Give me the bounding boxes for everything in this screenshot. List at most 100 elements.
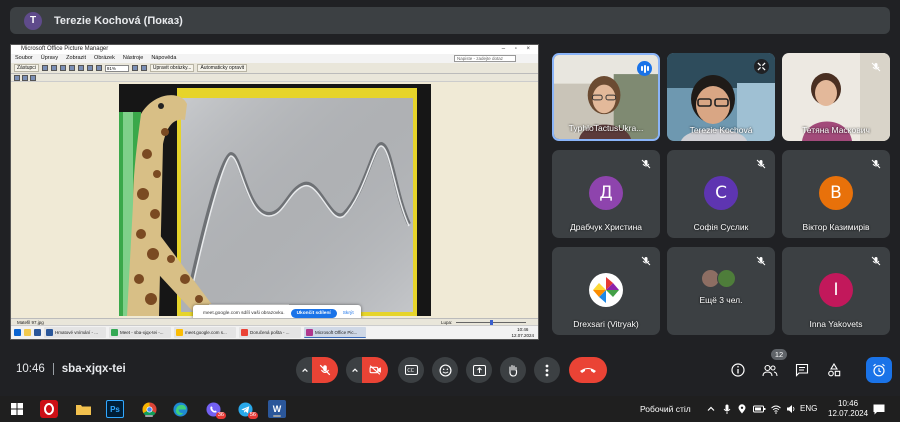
remote-task-item[interactable]: Microsoft Office Pic... — [304, 327, 366, 338]
picture-manager-title: Microsoft Office Picture Manager — [21, 46, 109, 52]
captions-button[interactable]: CC — [398, 357, 424, 383]
pin-icon[interactable] — [754, 59, 769, 74]
menu-item[interactable]: Obrázek — [94, 54, 115, 63]
presenter-banner[interactable]: T Terezie Kochová (Показ) — [10, 7, 890, 34]
picture-manager-toolbar: Zástupci 91% Upravit obrázky... Automati… — [11, 63, 538, 74]
chevron-up-icon[interactable] — [706, 404, 716, 414]
help-search-input[interactable]: Napiste - zadejte dotaz — [454, 55, 516, 62]
menu-item[interactable]: Úpravy — [41, 54, 58, 63]
raise-hand-button[interactable] — [500, 357, 526, 383]
remote-taskbar: Hmatové vnímání - ... Meet - sba-xjqx-te… — [11, 325, 538, 339]
windows-start-button[interactable] — [8, 400, 26, 418]
copy-icon[interactable] — [50, 65, 57, 71]
edit-pictures-button[interactable]: Upravit obrázky... — [149, 64, 195, 72]
svg-text:CC: CC — [407, 368, 414, 374]
participant-count-badge: 12 — [771, 349, 787, 360]
save-icon[interactable] — [41, 65, 48, 71]
desktop-toolbar-label[interactable]: Робочий стіл — [640, 404, 691, 414]
participant-tile[interactable]: TyphloTactusUkra... — [552, 53, 660, 141]
mic-toggle-button[interactable] — [312, 357, 338, 383]
view-icon[interactable] — [131, 65, 138, 71]
system-date: 12.07.2024 — [828, 409, 869, 418]
telegram-app[interactable]: 56 — [236, 400, 258, 419]
remote-task-item[interactable]: Doručená pošta - ... — [239, 327, 301, 338]
speaking-indicator-icon — [637, 61, 652, 76]
viber-app[interactable]: 36 — [204, 400, 226, 419]
rotate-left-icon[interactable] — [77, 65, 84, 71]
thumbnail-icon[interactable] — [14, 74, 20, 81]
menu-item[interactable]: Nástroje — [123, 54, 143, 63]
leave-call-button[interactable] — [569, 357, 607, 383]
participant-avatar: Д — [589, 176, 623, 210]
file-explorer-app[interactable] — [74, 400, 92, 418]
microphone-icon[interactable] — [722, 404, 732, 414]
word-app[interactable]: W — [268, 400, 286, 418]
shared-screen[interactable]: Microsoft Office Picture Manager – ▫ × S… — [10, 44, 539, 340]
photoshop-app[interactable]: Ps — [106, 400, 124, 418]
system-clock[interactable]: 10:46 12.07.2024 — [828, 399, 868, 419]
menu-item[interactable]: Soubor — [15, 54, 33, 63]
word-icon[interactable] — [34, 329, 41, 336]
participant-tile[interactable]: В Віктор Казимирів — [782, 150, 890, 238]
chat-button[interactable] — [792, 360, 812, 380]
location-icon[interactable] — [737, 404, 747, 414]
wifi-icon[interactable] — [771, 404, 781, 414]
more-options-button[interactable] — [534, 357, 560, 383]
edge-app[interactable] — [171, 400, 189, 418]
participant-avatar: I — [819, 273, 853, 307]
remote-task-item[interactable]: Meet - sba-xjqx-tei -... — [109, 327, 171, 338]
participant-name: Софія Суслик — [693, 222, 749, 232]
hide-button[interactable]: Skrýt — [343, 311, 354, 316]
participant-tile[interactable]: Тетяна Маскович — [782, 53, 890, 141]
people-button[interactable] — [760, 360, 780, 380]
remote-task-label: Microsoft Office Pic... — [315, 329, 358, 335]
explorer-icon[interactable] — [24, 329, 31, 336]
chrome-app[interactable] — [140, 400, 158, 418]
host-controls-button[interactable] — [866, 357, 892, 383]
remote-task-item[interactable]: meet.google.com s... — [174, 327, 236, 338]
participant-tile[interactable]: Terezie Kochová — [667, 53, 775, 141]
chevron-up-icon — [352, 368, 358, 373]
participant-avatar: В — [819, 176, 853, 210]
opera-app[interactable] — [40, 400, 58, 418]
single-view-icon[interactable] — [30, 74, 36, 81]
zoom-slider[interactable] — [456, 320, 526, 325]
participant-name: Drexsari (Vitryak) — [573, 319, 639, 329]
edge-icon — [172, 401, 188, 417]
rotate-right-icon[interactable] — [86, 65, 93, 71]
shortcuts-button[interactable]: Zástupci — [14, 64, 39, 72]
participant-tile[interactable]: С Софія Суслик — [667, 150, 775, 238]
viber-badge: 36 — [215, 412, 226, 419]
remote-task-label: Hmatové vnímání - ... — [55, 330, 99, 335]
battery-icon[interactable] — [753, 404, 766, 414]
remote-task-label: meet.google.com s... — [185, 330, 227, 335]
notification-icon[interactable] — [873, 404, 885, 415]
active-indicator — [273, 415, 281, 417]
present-button[interactable] — [466, 357, 492, 383]
undo-icon[interactable] — [95, 65, 102, 71]
participant-tile[interactable]: Ещё 3 чел. — [667, 247, 775, 335]
participant-tile[interactable]: Drexsari (Vitryak) — [552, 247, 660, 335]
zoom-select[interactable]: 91% — [104, 64, 129, 72]
remote-task-label: Meet - sba-xjqx-tei -... — [120, 330, 164, 335]
remote-task-item[interactable]: Hmatové vnímání - ... — [44, 327, 106, 338]
participant-name: Terezie Kochová — [689, 125, 753, 135]
meeting-details-button[interactable] — [728, 360, 748, 380]
menu-item[interactable]: Nápověda — [151, 54, 176, 63]
camera-toggle-button[interactable] — [362, 357, 388, 383]
view-icon[interactable] — [140, 65, 147, 71]
paste-icon[interactable] — [59, 65, 66, 71]
participant-tile[interactable]: I Inna Yakovets — [782, 247, 890, 335]
emoji-button[interactable] — [432, 357, 458, 383]
stop-sharing-button[interactable]: Ukončit sdílení — [290, 308, 337, 318]
windows-start-icon[interactable] — [14, 329, 21, 336]
menu-item[interactable]: Zobrazit — [66, 54, 86, 63]
windows-logo-icon — [11, 403, 23, 415]
auto-correct-button[interactable]: Automaticky opravit — [197, 64, 248, 72]
volume-icon[interactable] — [786, 404, 796, 414]
input-language[interactable]: ENG — [800, 404, 817, 413]
activities-button[interactable] — [824, 360, 844, 380]
delete-icon[interactable] — [68, 65, 75, 71]
participant-tile[interactable]: Д Драбчук Христина — [552, 150, 660, 238]
filmstrip-icon[interactable] — [22, 74, 28, 81]
